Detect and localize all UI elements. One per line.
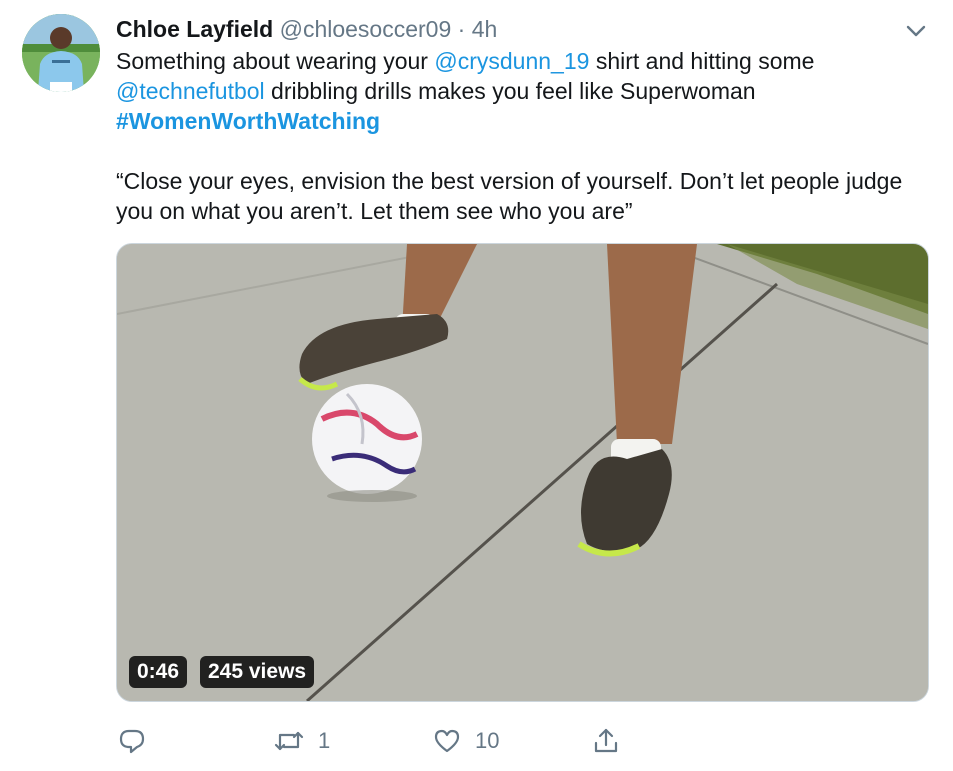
tweet-text: Something about wearing your @crysdunn_1… — [116, 46, 936, 226]
video-player[interactable]: 0:46 245 views — [116, 243, 929, 702]
share-button[interactable] — [592, 724, 620, 758]
author-handle[interactable]: @chloesoccer09 — [280, 16, 452, 42]
tweet-timestamp[interactable]: 4h — [472, 16, 498, 42]
video-views-badge: 245 views — [200, 656, 315, 688]
reply-icon — [119, 729, 145, 754]
tweet-text-segment: shirt and hitting some — [589, 48, 815, 74]
video-thumbnail — [117, 244, 928, 701]
tweet-header: Chloe Layfield @chloesoccer09 · 4h — [116, 14, 497, 44]
tweet-text-segment: dribbling drills makes you feel like Sup… — [264, 78, 756, 104]
chevron-down-icon — [906, 25, 926, 37]
tweet: Chloe Layfield @chloesoccer09 · 4h Somet… — [0, 0, 953, 771]
tweet-text-segment: Something about wearing your — [116, 48, 435, 74]
retweet-icon — [274, 731, 304, 751]
tweet-quote: “Close your eyes, envision the best vers… — [116, 168, 903, 224]
heart-icon — [434, 729, 460, 753]
retweet-count: 1 — [318, 728, 331, 753]
tweet-text-paragraph: Something about wearing your @crysdunn_1… — [116, 46, 936, 136]
mention-link-technefutbol[interactable]: @technefutbol — [116, 78, 265, 104]
separator-dot: · — [457, 16, 466, 42]
tweet-actions: 1 10 — [116, 724, 676, 758]
tweet-menu-button[interactable] — [903, 20, 929, 42]
retweet-button[interactable]: 1 — [274, 724, 330, 758]
author-name[interactable]: Chloe Layfield — [116, 16, 273, 42]
like-button[interactable]: 10 — [433, 724, 499, 758]
like-count: 10 — [475, 728, 500, 753]
video-duration-badge: 0:46 — [129, 656, 188, 688]
reply-button[interactable] — [118, 724, 160, 758]
mention-link-crysdunn[interactable]: @crysdunn_19 — [434, 48, 589, 74]
hashtag-link[interactable]: #WomenWorthWatching — [116, 108, 380, 134]
avatar[interactable] — [22, 14, 100, 92]
share-icon — [594, 728, 618, 753]
